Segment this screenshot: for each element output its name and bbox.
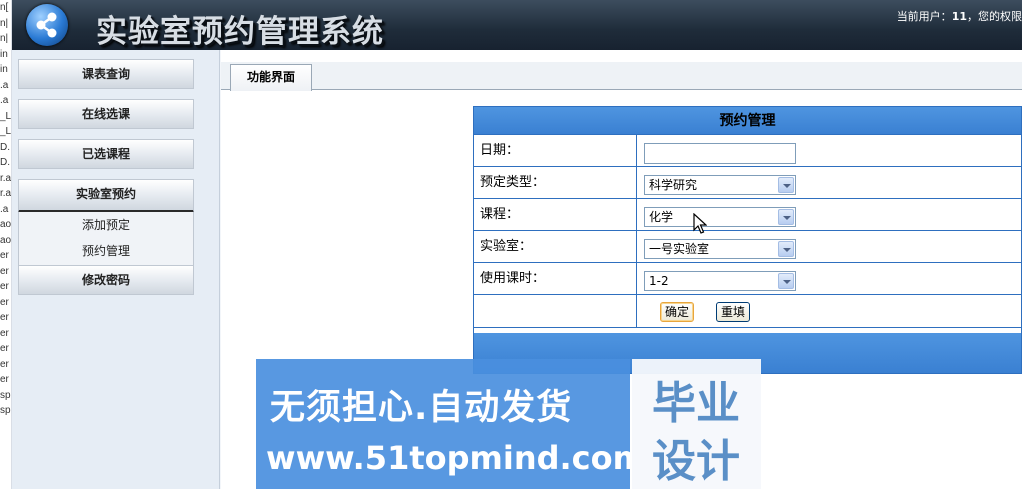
confirm-button[interactable]: 确定 <box>660 302 695 322</box>
user-prefix: 当前用户： <box>896 10 952 23</box>
app-title: 实验室预约管理系统 <box>96 14 384 50</box>
reset-button[interactable]: 重填 <box>716 302 751 322</box>
background-window-text-fragment: er <box>0 296 9 308</box>
lab-select[interactable]: 一号实验室 <box>644 239 796 259</box>
background-window-text-fragment: er <box>0 374 9 385</box>
form-row-date: 日期： <box>474 135 1021 167</box>
submenu-item-reservation-management[interactable]: 预约管理 <box>19 238 193 264</box>
hours-label: 使用课时： <box>474 263 637 295</box>
background-window-text-fragment: er <box>0 265 9 277</box>
course-select[interactable]: 化学 <box>644 207 796 227</box>
background-window-text-fragment: r.a <box>0 188 12 199</box>
background-window-strip: n[ n| n| in in .a .a _L _L D. D. r.a r.a .a ao ao er er er… <box>0 0 12 489</box>
background-window-text-fragment: r.a <box>0 172 12 184</box>
watermark-text-graduation: 毕业 <box>652 378 740 429</box>
form-title: 预约管理 <box>474 107 1021 135</box>
background-window-text-fragment: D. <box>0 157 10 168</box>
background-window-text-fragment: ao <box>0 234 12 246</box>
submenu-item-add-reservation[interactable]: 添加预定 <box>19 212 193 238</box>
type-label: 预定类型： <box>474 167 637 199</box>
watermark-slogan: 无须担心.自动发货 <box>270 388 573 428</box>
date-input[interactable] <box>644 143 796 164</box>
sidebar-item-schedule-query[interactable]: 课表查询 <box>18 59 194 89</box>
empty-cell <box>474 295 637 328</box>
background-window-text-fragment: er <box>0 358 9 370</box>
course-label: 课程： <box>474 199 637 231</box>
current-user-info: 当前用户：11，您的权限 <box>897 8 1022 24</box>
background-window-text-fragment: er <box>0 250 9 261</box>
watermark-text-design: 设计 <box>652 436 740 487</box>
background-window-text-fragment: .a <box>0 95 9 106</box>
watermark-left-panel: 无须担心.自动发货 www.51topmind.com <box>256 359 646 489</box>
background-window-text-fragment: er <box>0 343 9 354</box>
chevron-down-icon[interactable] <box>778 273 794 289</box>
mouse-cursor-icon <box>693 213 707 234</box>
lab-value: 一号实验室 <box>649 242 710 256</box>
date-label: 日期： <box>474 135 637 167</box>
reservation-type-select[interactable]: 科学研究 <box>644 175 796 195</box>
background-window-text-fragment: in <box>0 48 8 60</box>
class-hours-select[interactable]: 1-2 <box>644 271 796 291</box>
background-window-text-fragment: .a <box>0 79 9 91</box>
sidebar-item-change-password[interactable]: 修改密码 <box>18 265 194 295</box>
background-window-text-fragment: ao <box>0 219 12 230</box>
class-hours-value: 1-2 <box>649 274 669 288</box>
reservation-type-value: 科学研究 <box>649 178 698 192</box>
background-window-text-fragment: _L <box>0 110 12 122</box>
form-row-hours: 使用课时： 1-2 <box>474 263 1021 295</box>
watermark-url: www.51topmind.com <box>266 439 646 477</box>
background-window-text-fragment: er <box>0 281 9 292</box>
chevron-down-icon[interactable] <box>778 241 794 257</box>
user-name: 11 <box>951 10 967 23</box>
chevron-down-icon[interactable] <box>778 177 794 193</box>
background-window-text-fragment: n| <box>0 33 9 44</box>
sidebar-item-selected-courses[interactable]: 已选课程 <box>18 139 194 169</box>
background-window-text-fragment: .a <box>0 203 9 215</box>
background-window-text-fragment: n| <box>0 17 9 29</box>
tab-function-interface[interactable]: 功能界面 <box>230 64 312 91</box>
sidebar-item-online-course-selection[interactable]: 在线选课 <box>18 99 194 129</box>
reservation-management-form: 预约管理 日期： 预定类型： 科学研究 课程： 化学 实验室： 一号实验室 使用… <box>473 106 1022 374</box>
watermark-right-panel: 毕业 设计 <box>632 359 761 489</box>
background-window-text-fragment: er <box>0 312 9 323</box>
background-window-text-fragment: sp <box>0 405 11 416</box>
lab-reservation-submenu: 添加预定 预约管理 <box>18 212 194 266</box>
form-row-buttons: 确定 重填 <box>474 295 1021 328</box>
course-value: 化学 <box>649 210 674 224</box>
form-row-type: 预定类型： 科学研究 <box>474 167 1021 199</box>
app-header: 实验室预约管理系统 当前用户：11，您的权限 <box>12 0 1022 50</box>
background-window-text-fragment: er <box>0 327 9 339</box>
sidebar: 课表查询 在线选课 已选课程 实验室预约 添加预定 预约管理 修改密码 <box>12 50 220 489</box>
background-window-text-fragment: sp <box>0 389 11 401</box>
form-row-lab: 实验室： 一号实验室 <box>474 231 1021 263</box>
lab-label: 实验室： <box>474 231 637 263</box>
watermark-overlay: 无须担心.自动发货 www.51topmind.com 毕业 设计 <box>256 359 761 489</box>
background-window-text-fragment: in <box>0 64 8 75</box>
background-window-text-fragment: n[ <box>0 2 9 13</box>
background-window-text-fragment: D. <box>0 141 10 153</box>
app-logo-icon <box>26 4 68 46</box>
user-permission-text: ，您的权限 <box>967 10 1022 23</box>
tab-bar: 功能界面 <box>221 62 1022 91</box>
sidebar-item-lab-reservation[interactable]: 实验室预约 <box>18 179 194 213</box>
form-row-course: 课程： 化学 <box>474 199 1021 231</box>
chevron-down-icon[interactable] <box>778 209 794 225</box>
background-window-text-fragment: _L <box>0 126 12 137</box>
